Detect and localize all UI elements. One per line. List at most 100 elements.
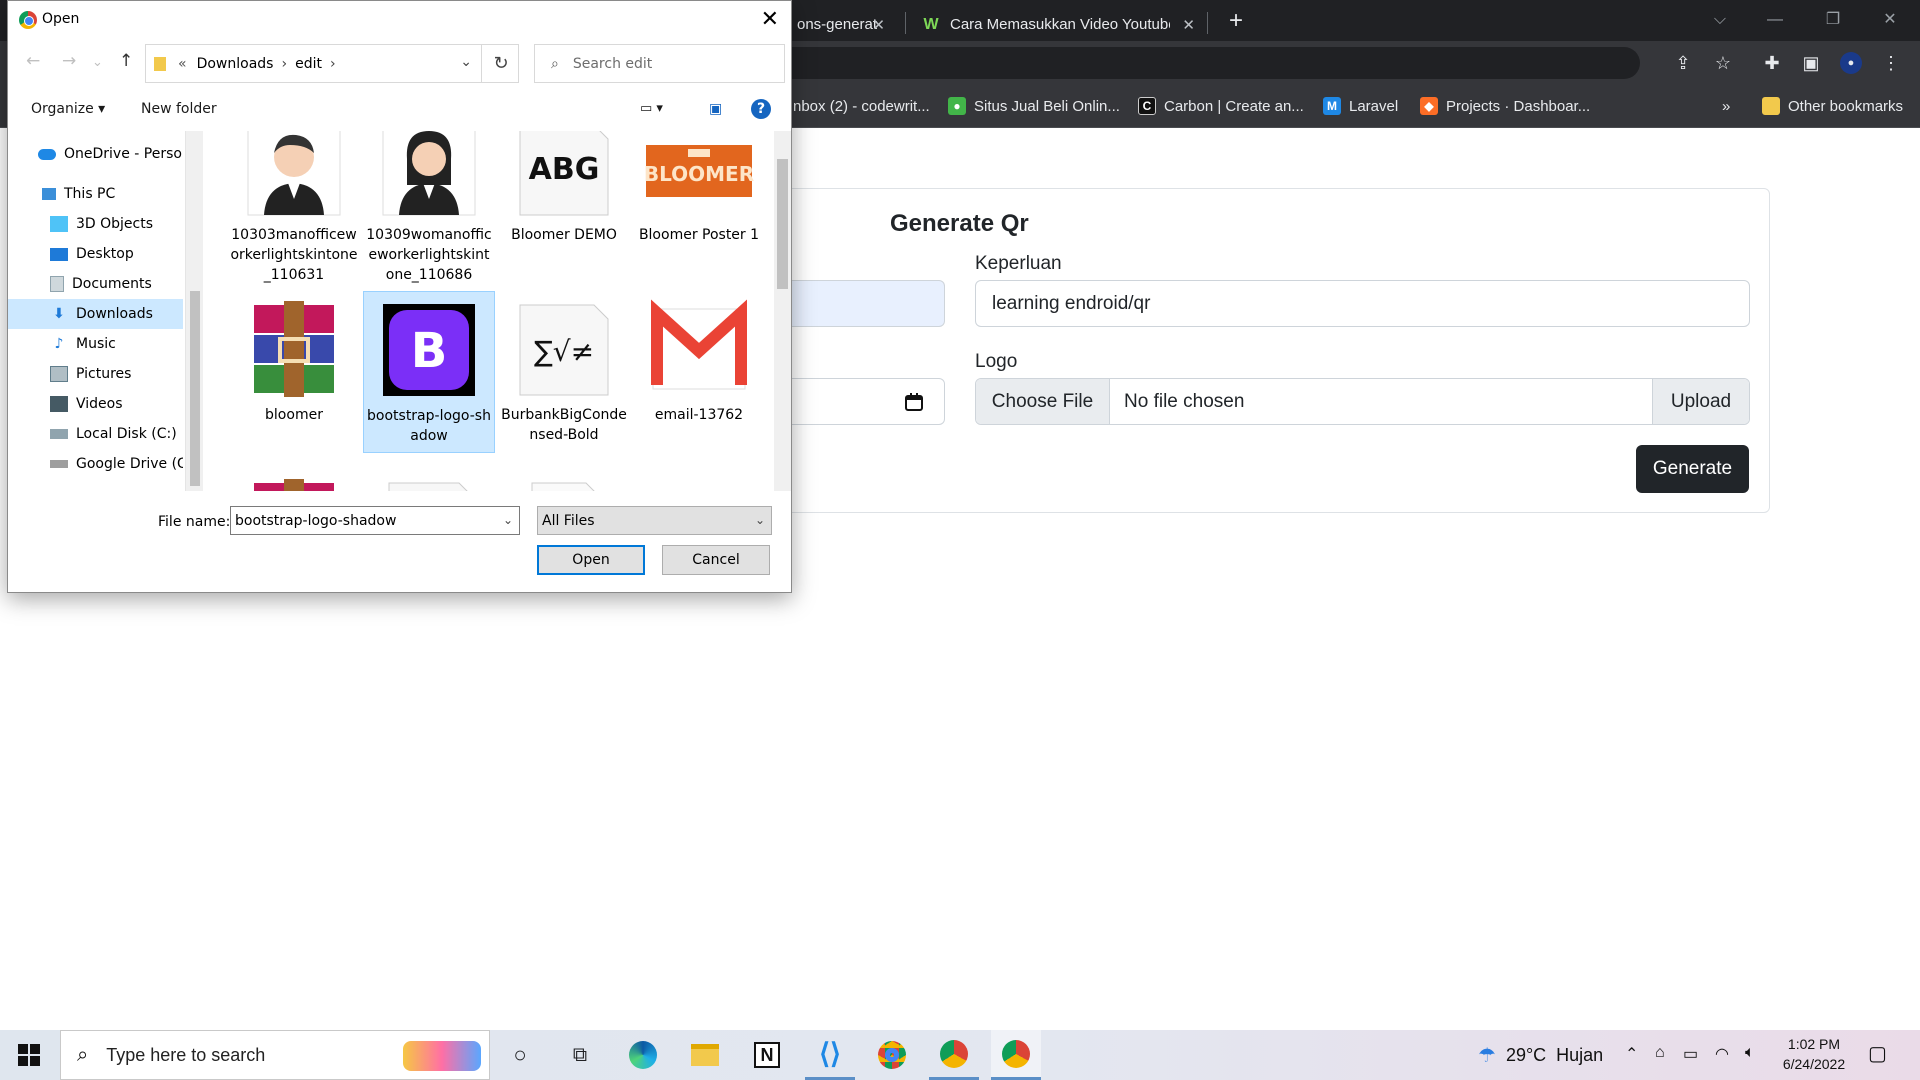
nav-downloads[interactable]: ⬇ Downloads <box>8 299 183 329</box>
weather-widget[interactable]: ☂ 29°C Hujan <box>1478 1043 1603 1068</box>
choose-file-button[interactable]: Choose File <box>976 379 1110 424</box>
file-item[interactable]: 10309womanofficeworkerlightskintone_1106… <box>363 131 495 283</box>
notion-icon[interactable]: N <box>742 1030 792 1080</box>
file-item[interactable]: ∑√≠ BurbankBigCondensed-Bold <box>498 291 630 453</box>
nav-google-drive[interactable]: Google Drive (G: <box>8 449 183 479</box>
file-item[interactable] <box>363 469 495 491</box>
preview-pane-icon[interactable]: ▣ <box>709 101 722 117</box>
page-title: Generate Qr <box>890 210 1029 237</box>
open-button[interactable]: Open <box>537 545 645 575</box>
file-type-select[interactable]: All Files ⌄ <box>537 506 772 535</box>
nav-this-pc[interactable]: This PC <box>8 179 183 209</box>
nav-3d-objects[interactable]: 3D Objects <box>8 209 183 239</box>
chrome-profile-icon[interactable] <box>929 1030 979 1080</box>
bookmarks-more-icon[interactable]: » <box>1722 94 1730 118</box>
bookmark-inbox[interactable]: nbox (2) - codewrit... <box>793 94 930 118</box>
nav-videos[interactable]: Videos <box>8 389 183 419</box>
bookmark-gitlab[interactable]: ◆ Projects · Dashboar... <box>1420 94 1590 118</box>
bookmark-laravel[interactable]: M Laravel <box>1323 94 1398 118</box>
chevron-right-icon: › <box>281 55 288 72</box>
address-bar[interactable] <box>760 47 1640 79</box>
file-item[interactable]: ABG Bloomer DEMO <box>498 131 630 273</box>
file-item[interactable]: bloomer <box>228 291 360 453</box>
minimize-icon[interactable]: — <box>1755 6 1795 34</box>
volume-icon[interactable]: 🔈︎ <box>1745 1044 1755 1062</box>
file-name-input[interactable]: bootstrap-logo-shadow ⌄ <box>230 506 520 535</box>
breadcrumb-edit[interactable]: edit <box>295 56 322 72</box>
refresh-icon[interactable]: ↻ <box>481 44 520 83</box>
file-item[interactable]: email-13762 <box>633 291 765 453</box>
document-icon <box>373 477 485 491</box>
file-item-selected[interactable]: B bootstrap-logo-shadow <box>363 291 495 453</box>
nav-music[interactable]: ♪ Music <box>8 329 183 359</box>
file-item[interactable]: BLOOMER Bloomer Poster 1 <box>633 131 765 273</box>
taskbar-search[interactable]: ⌕ Type here to search <box>60 1030 490 1080</box>
up-icon[interactable]: ↑ <box>119 51 133 71</box>
calendar-icon[interactable] <box>904 392 924 412</box>
recent-dropdown-icon[interactable]: ⌄ <box>92 55 103 70</box>
notifications-icon[interactable]: ▢ <box>1868 1041 1887 1066</box>
close-window-icon[interactable]: ✕ <box>1870 6 1910 34</box>
side-panel-icon[interactable]: ▣ <box>1800 52 1822 74</box>
logo-file-input[interactable]: Choose File No file chosen Upload <box>975 378 1750 425</box>
nav-documents[interactable]: Documents <box>8 269 183 299</box>
windows-start-icon[interactable] <box>18 1044 40 1066</box>
file-item[interactable] <box>633 469 765 491</box>
restore-icon[interactable]: ❐ <box>1813 6 1853 34</box>
organize-button[interactable]: Organize ▾ <box>31 101 105 117</box>
meet-now-icon[interactable]: ⌂ <box>1655 1044 1665 1062</box>
generate-button[interactable]: Generate <box>1636 445 1749 493</box>
close-icon[interactable]: ✕ <box>761 7 779 32</box>
profile-avatar[interactable]: ● <box>1840 52 1862 74</box>
cancel-button[interactable]: Cancel <box>662 545 770 575</box>
chevron-down-icon[interactable]: ⌄ <box>503 513 513 527</box>
battery-icon[interactable]: ▭ <box>1683 1044 1698 1064</box>
bookmark-tokopedia[interactable]: ● Situs Jual Beli Onlin... <box>948 94 1120 118</box>
forward-icon[interactable]: → <box>62 51 76 71</box>
keperluan-input[interactable]: learning endroid/qr <box>975 280 1750 327</box>
back-icon[interactable]: ← <box>26 51 40 71</box>
file-scroll-thumb[interactable] <box>777 159 788 289</box>
nav-scroll-thumb[interactable] <box>190 291 200 486</box>
extensions-icon[interactable]: ✚ <box>1761 52 1783 74</box>
tab-2[interactable]: W Cara Memasukkan Video Youtube ✕ <box>910 8 1205 41</box>
chevron-down-icon[interactable]: ⌄ <box>460 54 472 70</box>
task-view-icon[interactable]: ⧉ <box>555 1030 605 1080</box>
nav-desktop[interactable]: Desktop <box>8 239 183 269</box>
nav-local-disk[interactable]: Local Disk (C:) <box>8 419 183 449</box>
share-icon[interactable]: ⇪ <box>1672 52 1694 74</box>
file-explorer-icon[interactable] <box>680 1030 730 1080</box>
bookmark-carbon[interactable]: C Carbon | Create an... <box>1138 94 1304 118</box>
file-item[interactable] <box>228 469 360 491</box>
file-item[interactable] <box>498 469 630 491</box>
new-tab-icon[interactable]: + <box>1222 8 1250 36</box>
view-icon[interactable]: ▭ ▾ <box>640 101 663 116</box>
star-icon[interactable]: ☆ <box>1712 52 1734 74</box>
folder-icon <box>1762 97 1780 115</box>
file-item[interactable]: 10303manofficeworkerlightskintone_110631 <box>228 131 360 283</box>
wifi-icon[interactable]: ◠ <box>1715 1044 1729 1064</box>
search-input[interactable]: ⌕ Search edit <box>534 44 785 83</box>
chrome-profile-icon[interactable] <box>991 1030 1041 1080</box>
path-bar[interactable]: « Downloads › edit › ⌄ <box>145 44 519 83</box>
tab-search-icon[interactable]: ⌵ <box>1700 6 1740 34</box>
close-tab-icon[interactable]: ✕ <box>872 16 885 34</box>
breadcrumb-downloads[interactable]: Downloads <box>197 56 274 72</box>
close-tab-icon[interactable]: ✕ <box>1182 16 1195 34</box>
chrome-icon[interactable] <box>867 1030 917 1080</box>
nav-onedrive[interactable]: OneDrive - Person <box>8 139 183 169</box>
help-icon[interactable]: ? <box>751 99 771 119</box>
other-bookmarks[interactable]: Other bookmarks <box>1762 94 1903 118</box>
menu-icon[interactable]: ⋮ <box>1880 52 1902 74</box>
nav-pictures[interactable]: Pictures <box>8 359 183 389</box>
new-folder-button[interactable]: New folder <box>141 101 217 117</box>
tab-1[interactable]: ons-generat ✕ <box>785 8 895 41</box>
vscode-icon[interactable]: ⟨⟩ <box>805 1030 855 1080</box>
cortana-icon[interactable]: ○ <box>495 1030 545 1080</box>
tab-label: ons-generat <box>797 16 878 33</box>
edge-icon[interactable] <box>618 1030 668 1080</box>
chevron-up-icon[interactable]: ⌃ <box>1625 1044 1638 1064</box>
upload-button[interactable]: Upload <box>1652 379 1749 424</box>
nav-label: Desktop <box>76 246 134 262</box>
system-clock[interactable]: 1:02 PM 6/24/2022 <box>1770 1034 1858 1074</box>
